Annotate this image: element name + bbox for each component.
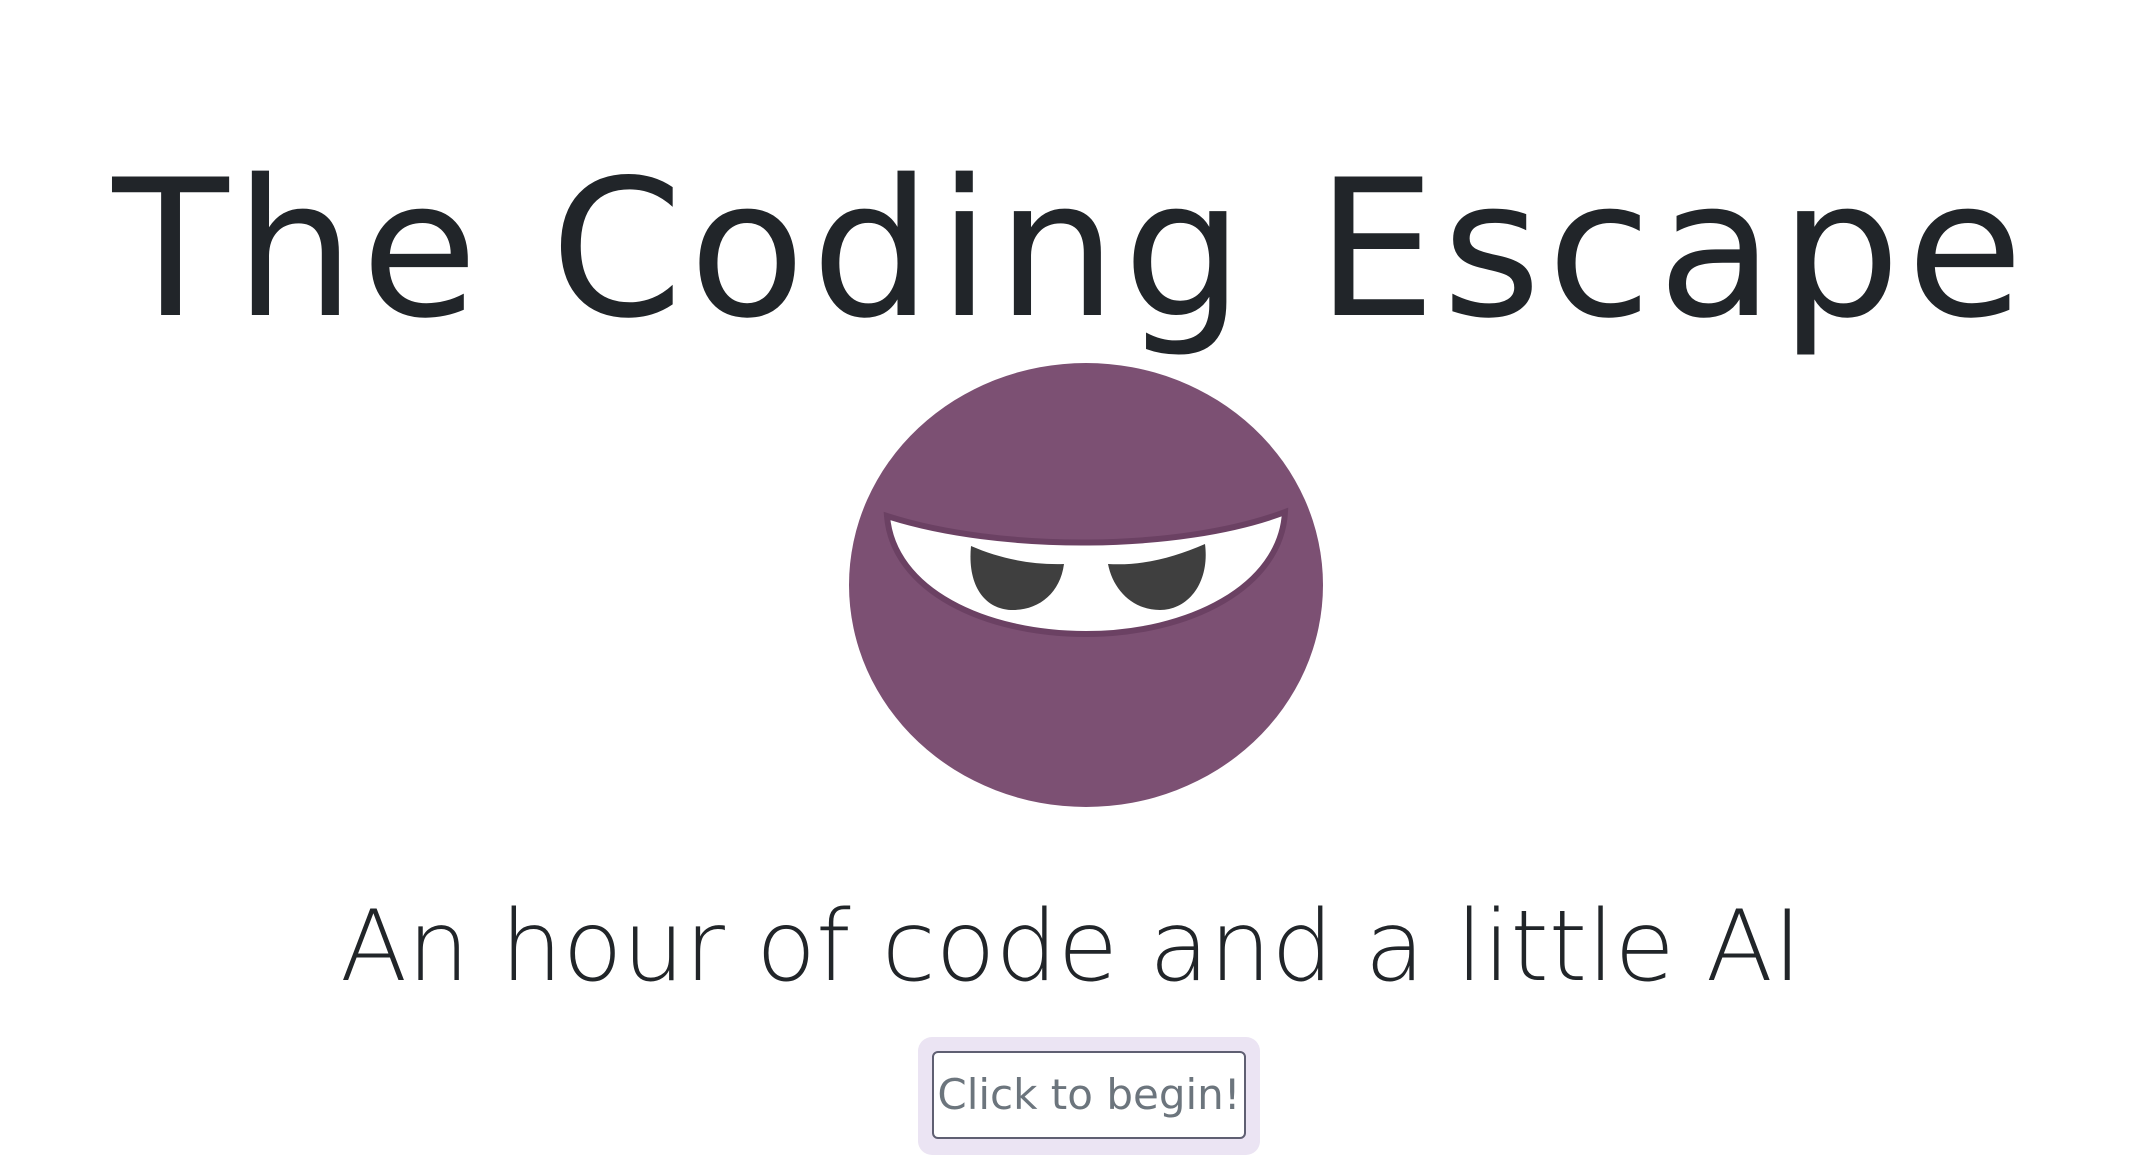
page-subtitle: An hour of code and a little AI bbox=[340, 890, 1802, 1004]
ninja-mascot-icon bbox=[849, 362, 1323, 809]
page-title: The Coding Escape bbox=[112, 139, 2030, 361]
start-button-focus-ring: Click to begin! bbox=[918, 1037, 1260, 1155]
landing-page: The Coding Escape An hour of code and a … bbox=[0, 0, 2142, 1175]
start-button[interactable]: Click to begin! bbox=[932, 1051, 1246, 1139]
